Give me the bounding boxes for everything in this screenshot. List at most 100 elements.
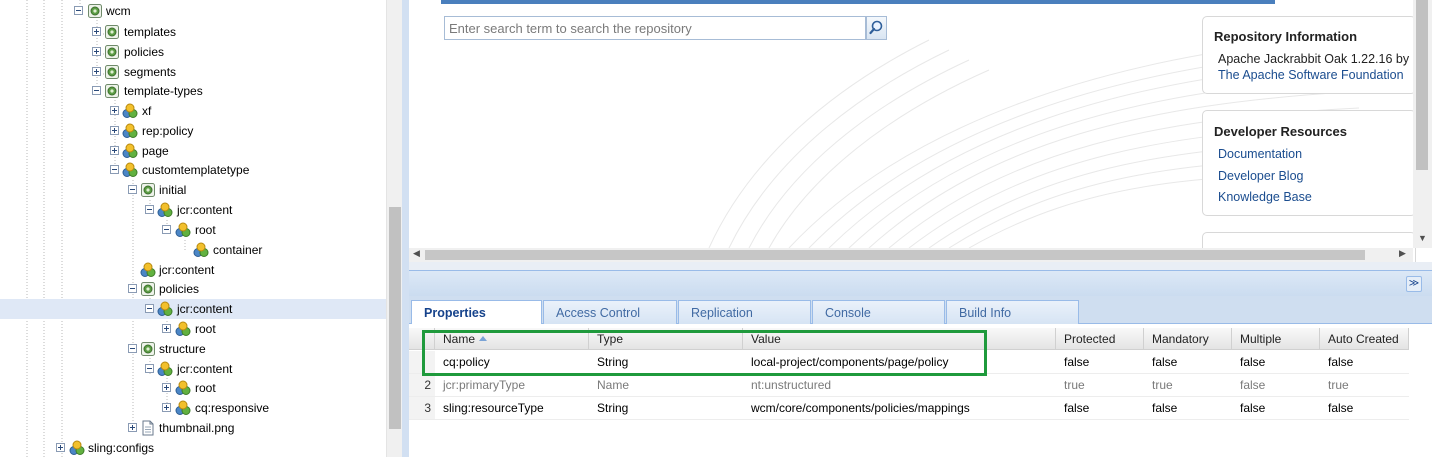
panel-separator[interactable] [409, 262, 1432, 270]
table-row[interactable]: cq:policy String local-project/components/… [409, 351, 1409, 374]
cell-auto-created[interactable]: false [1320, 397, 1353, 419]
tree-node[interactable]: templates [0, 22, 386, 42]
apache-foundation-link[interactable]: The Apache Software Foundation [1218, 68, 1404, 82]
table-row[interactable]: 3 sling:resourceType String wcm/core/compon… [409, 397, 1409, 420]
collapse-panel-button[interactable]: ≫ [1406, 276, 1422, 292]
cell-protected[interactable]: false [1056, 397, 1089, 419]
collapse-minus-icon[interactable] [110, 165, 119, 174]
tree-node[interactable]: root [0, 319, 386, 339]
repository-search-input[interactable]: Enter search term to search the reposito… [444, 16, 866, 40]
tree-node-label[interactable]: jcr:content [177, 299, 232, 319]
collapse-minus-icon[interactable] [128, 344, 137, 353]
expand-plus-icon[interactable] [92, 27, 101, 36]
expand-plus-icon[interactable] [110, 146, 119, 155]
expand-plus-icon[interactable] [110, 126, 119, 135]
tree-node[interactable]: cq:responsive [0, 398, 386, 418]
tree-node-label[interactable]: policies [124, 42, 164, 62]
tree-node[interactable]: initial [0, 180, 386, 200]
tab-build-info[interactable]: Build Info [946, 300, 1079, 324]
tree-node-label[interactable]: rep:policy [142, 121, 193, 141]
tree-node[interactable]: xf [0, 101, 386, 121]
welcome-horizontal-scrollbar[interactable]: ◀ ▶ [409, 248, 1413, 262]
tree-node-label[interactable]: segments [124, 62, 176, 82]
tree-node-label[interactable]: templates [124, 22, 176, 42]
tree-node-label[interactable]: page [142, 141, 169, 161]
tree-node[interactable]: structure [0, 339, 386, 359]
tree-node[interactable]: jcr:content [0, 200, 386, 220]
column-header-name[interactable]: Name [435, 328, 589, 350]
cell-value[interactable]: nt:unstructured [743, 374, 831, 396]
welcome-vertical-scrollbar[interactable]: ▼ [1413, 0, 1432, 248]
tree-scrollbar[interactable] [386, 0, 402, 457]
expand-plus-icon[interactable] [56, 443, 65, 452]
tree-node-label[interactable]: thumbnail.png [159, 418, 234, 438]
tree-node-label[interactable]: template-types [124, 81, 203, 101]
tree-node[interactable]: policies [0, 42, 386, 62]
tree-node[interactable]: jcr:content [0, 260, 386, 280]
cell-name[interactable]: jcr:primaryType [435, 374, 525, 396]
tab-console[interactable]: Console [812, 300, 945, 324]
collapse-minus-icon[interactable] [128, 185, 137, 194]
column-header-protected[interactable]: Protected [1056, 328, 1144, 350]
tree-node[interactable]: root [0, 378, 386, 398]
tree-node[interactable]: rep:policy [0, 121, 386, 141]
tree-node-label[interactable]: jcr:content [159, 260, 214, 280]
tree-node[interactable]: root [0, 220, 386, 240]
search-button[interactable] [866, 16, 887, 40]
cell-mandatory[interactable]: false [1144, 397, 1177, 419]
tree-node[interactable]: jcr:content [0, 359, 386, 379]
developer-blog-link[interactable]: Developer Blog [1218, 169, 1303, 183]
tab-replication[interactable]: Replication [678, 300, 811, 324]
tree-node-label[interactable]: initial [159, 180, 186, 200]
tree-node[interactable]: thumbnail.png [0, 418, 386, 438]
knowledge-base-link[interactable]: Knowledge Base [1218, 190, 1312, 204]
collapse-minus-icon[interactable] [92, 86, 101, 95]
tree-node[interactable]: sling:configs [0, 438, 386, 457]
welcome-horizontal-scrollbar-thumb[interactable] [425, 250, 1365, 260]
cell-auto-created[interactable]: true [1320, 374, 1349, 396]
cell-multiple[interactable]: false [1232, 374, 1265, 396]
column-header-mandatory[interactable]: Mandatory [1144, 328, 1232, 350]
welcome-vertical-scrollbar-thumb[interactable] [1416, 0, 1428, 170]
tree-node-label[interactable]: jcr:content [177, 200, 232, 220]
expand-plus-icon[interactable] [110, 106, 119, 115]
expand-plus-icon[interactable] [92, 67, 101, 76]
table-row[interactable]: 2 jcr:primaryType Name nt:unstructured true t… [409, 374, 1409, 397]
scroll-left-arrow-icon[interactable]: ◀ [413, 248, 420, 259]
cell-name[interactable]: sling:resourceType [435, 397, 544, 419]
collapse-minus-icon[interactable] [145, 364, 154, 373]
tree-node-label[interactable]: jcr:content [177, 359, 232, 379]
tree-node-label[interactable]: structure [159, 339, 206, 359]
cell-type[interactable]: Name [589, 374, 629, 396]
expand-plus-icon[interactable] [162, 324, 171, 333]
cell-auto-created[interactable]: false [1320, 351, 1353, 373]
expand-plus-icon[interactable] [92, 47, 101, 56]
cell-value[interactable]: local-project/components/page/policy [743, 351, 948, 373]
tree-node-label[interactable]: xf [142, 101, 151, 121]
cell-multiple[interactable]: false [1232, 351, 1265, 373]
column-header-auto-created[interactable]: Auto Created [1320, 328, 1409, 350]
cell-protected[interactable]: true [1056, 374, 1085, 396]
tree-node-label[interactable]: sling:configs [88, 438, 154, 457]
expand-plus-icon[interactable] [162, 383, 171, 392]
cell-value[interactable]: wcm/core/components/policies/mappings [743, 397, 970, 419]
documentation-link[interactable]: Documentation [1218, 147, 1302, 161]
tree-node-label[interactable]: root [195, 319, 216, 339]
collapse-minus-icon[interactable] [145, 205, 154, 214]
tab-properties[interactable]: Properties [411, 300, 542, 325]
cell-type[interactable]: String [589, 351, 628, 373]
tree-node[interactable]: customtemplatetype [0, 160, 386, 180]
tree-node-label[interactable]: policies [159, 279, 199, 299]
tree-node[interactable]: wcm [0, 1, 386, 21]
cell-multiple[interactable]: false [1232, 397, 1265, 419]
expand-plus-icon[interactable] [162, 403, 171, 412]
column-header-type[interactable]: Type [589, 328, 743, 350]
cell-mandatory[interactable]: false [1144, 351, 1177, 373]
tree-node[interactable]: template-types [0, 81, 386, 101]
tree-node-label[interactable]: container [213, 240, 262, 260]
collapse-minus-icon[interactable] [74, 6, 83, 15]
tree-node-label[interactable]: cq:responsive [195, 398, 269, 418]
expand-plus-icon[interactable] [128, 423, 137, 432]
column-header-value[interactable]: Value [743, 328, 1056, 350]
tree-node[interactable]: policies [0, 279, 386, 299]
